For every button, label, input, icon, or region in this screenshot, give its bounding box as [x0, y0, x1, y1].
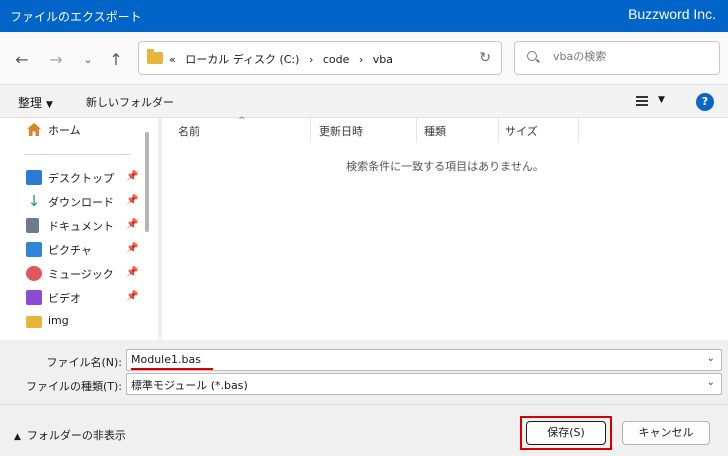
column-divider[interactable]	[310, 118, 311, 142]
pin-icon: 📌	[126, 171, 139, 182]
file-list: ^ 名前 更新日時 種類 サイズ 検索条件に一致する項目はありません。	[162, 116, 728, 340]
sidebar-item-music[interactable]: ミュージック 📌	[26, 264, 144, 284]
help-icon[interactable]: ?	[696, 93, 714, 111]
chevron-down-icon[interactable]: ▼	[658, 95, 665, 105]
breadcrumb-overflow[interactable]: «	[169, 53, 176, 66]
highlight-underline	[131, 368, 213, 370]
sidebar-item-label: ミュージック	[48, 268, 114, 281]
chevron-down-icon[interactable]: ⌄	[707, 353, 715, 364]
sidebar-item-label: ダウンロード	[48, 196, 114, 209]
sidebar-item-pictures[interactable]: ピクチャ 📌	[26, 240, 144, 260]
filename-value[interactable]: Module1.bas	[131, 353, 201, 366]
new-folder-button[interactable]: 新しいフォルダー	[86, 94, 174, 110]
pin-icon: 📌	[126, 243, 139, 254]
filename-label: ファイル名(N):	[46, 356, 122, 369]
download-icon: ↓	[27, 192, 41, 210]
organize-button[interactable]: 整理 ▼	[18, 94, 53, 111]
breadcrumb-item-vba[interactable]: vba	[373, 53, 393, 66]
sidebar-item-label: ピクチャ	[48, 244, 92, 257]
column-header-size[interactable]: サイズ	[505, 118, 538, 142]
document-icon	[26, 218, 39, 233]
cancel-button[interactable]: キャンセル	[622, 421, 710, 445]
sidebar-item-label: img	[48, 314, 69, 327]
breadcrumb: « ローカル ディスク (C:) › code › vba	[169, 51, 399, 67]
sidebar-item-desktop[interactable]: デスクトップ 📌	[26, 168, 144, 188]
empty-message: 検索条件に一致する項目はありません。	[346, 160, 544, 173]
arrow-up-icon[interactable]: ↑	[106, 49, 126, 69]
pin-icon: 📌	[126, 267, 139, 278]
sidebar-item-label: デスクトップ	[48, 172, 114, 185]
breadcrumb-item-drive[interactable]: ローカル ディスク (C:)	[185, 53, 299, 66]
refresh-icon[interactable]: ↻	[479, 50, 491, 66]
music-icon	[26, 266, 42, 281]
sidebar-item-img[interactable]: img	[26, 312, 144, 332]
highlight-box: 保存(S)	[520, 416, 612, 450]
pin-icon: 📌	[126, 195, 139, 206]
column-divider[interactable]	[498, 118, 499, 142]
command-bar: 整理 ▼ 新しいフォルダー ▼ ?	[0, 84, 728, 118]
save-button[interactable]: 保存(S)	[526, 421, 606, 445]
chevron-down-icon: ▼	[46, 100, 53, 110]
desktop-icon	[26, 170, 42, 185]
organize-label: 整理	[18, 96, 43, 110]
sidebar-item-videos[interactable]: ビデオ 📌	[26, 288, 144, 308]
search-icon	[527, 51, 537, 61]
hide-folders-label: フォルダーの非表示	[26, 429, 126, 442]
arrow-right-icon[interactable]: →	[46, 49, 66, 69]
column-header-type[interactable]: 種類	[424, 118, 446, 142]
sidebar-scrollbar[interactable]	[145, 132, 149, 232]
chevron-down-icon[interactable]: ⌄	[78, 49, 98, 69]
save-form: ファイル名(N): Module1.bas ⌄ ファイルの種類(T): 標準モジ…	[0, 340, 728, 456]
filename-field[interactable]: Module1.bas ⌄	[126, 349, 722, 371]
breadcrumb-item-code[interactable]: code	[323, 53, 350, 66]
column-header-modified[interactable]: 更新日時	[319, 118, 363, 142]
hide-folders-toggle[interactable]: ▲ フォルダーの非表示	[14, 427, 126, 443]
chevron-down-icon[interactable]: ⌄	[707, 377, 715, 388]
sidebar-divider	[24, 154, 130, 155]
arrow-left-icon[interactable]: ←	[12, 49, 32, 69]
search-input[interactable]	[553, 50, 703, 63]
filetype-select[interactable]: 標準モジュール (*.bas) ⌄	[126, 373, 722, 395]
column-header-name[interactable]: 名前	[178, 118, 200, 142]
view-list-icon[interactable]	[636, 96, 648, 106]
pin-icon: 📌	[126, 291, 139, 302]
folder-icon	[147, 49, 163, 64]
column-divider[interactable]	[416, 118, 417, 142]
breadcrumb-separator: ›	[358, 53, 364, 66]
folder-icon	[26, 316, 42, 328]
column-divider[interactable]	[578, 118, 579, 142]
filetype-value: 標準モジュール (*.bas)	[131, 379, 248, 392]
sidebar-item-label: ドキュメント	[48, 220, 114, 233]
video-icon	[26, 290, 42, 305]
window-title: ファイルのエクスポート	[10, 10, 142, 24]
sort-ascending-icon: ^	[238, 116, 246, 126]
breadcrumb-separator: ›	[308, 53, 314, 66]
navigation-bar: ← → ⌄ ↑ « ローカル ディスク (C:) › code › vba ↻	[0, 32, 728, 84]
pin-icon: 📌	[126, 219, 139, 230]
search-box[interactable]	[514, 41, 720, 75]
chevron-up-icon: ▲	[14, 432, 21, 442]
navigation-pane: ホーム デスクトップ 📌 ↓ ダウンロード 📌 ドキュメント 📌 ピクチャ 📌 …	[0, 118, 158, 340]
address-bar[interactable]: « ローカル ディスク (C:) › code › vba ↻	[138, 41, 502, 75]
brand-label: Buzzword Inc.	[628, 6, 716, 22]
sidebar-item-label: ビデオ	[48, 292, 81, 305]
dialog-footer: ▲ フォルダーの非表示 保存(S) キャンセル	[0, 404, 728, 456]
picture-icon	[26, 242, 42, 257]
sidebar-item-home[interactable]: ホーム	[26, 120, 144, 140]
title-bar: ファイルのエクスポート Buzzword Inc.	[0, 0, 728, 32]
filetype-label: ファイルの種類(T):	[25, 380, 122, 393]
home-icon	[26, 122, 42, 137]
sidebar-item-downloads[interactable]: ↓ ダウンロード 📌	[26, 192, 144, 212]
sidebar-item-label: ホーム	[48, 124, 81, 137]
sidebar-item-documents[interactable]: ドキュメント 📌	[26, 216, 144, 236]
